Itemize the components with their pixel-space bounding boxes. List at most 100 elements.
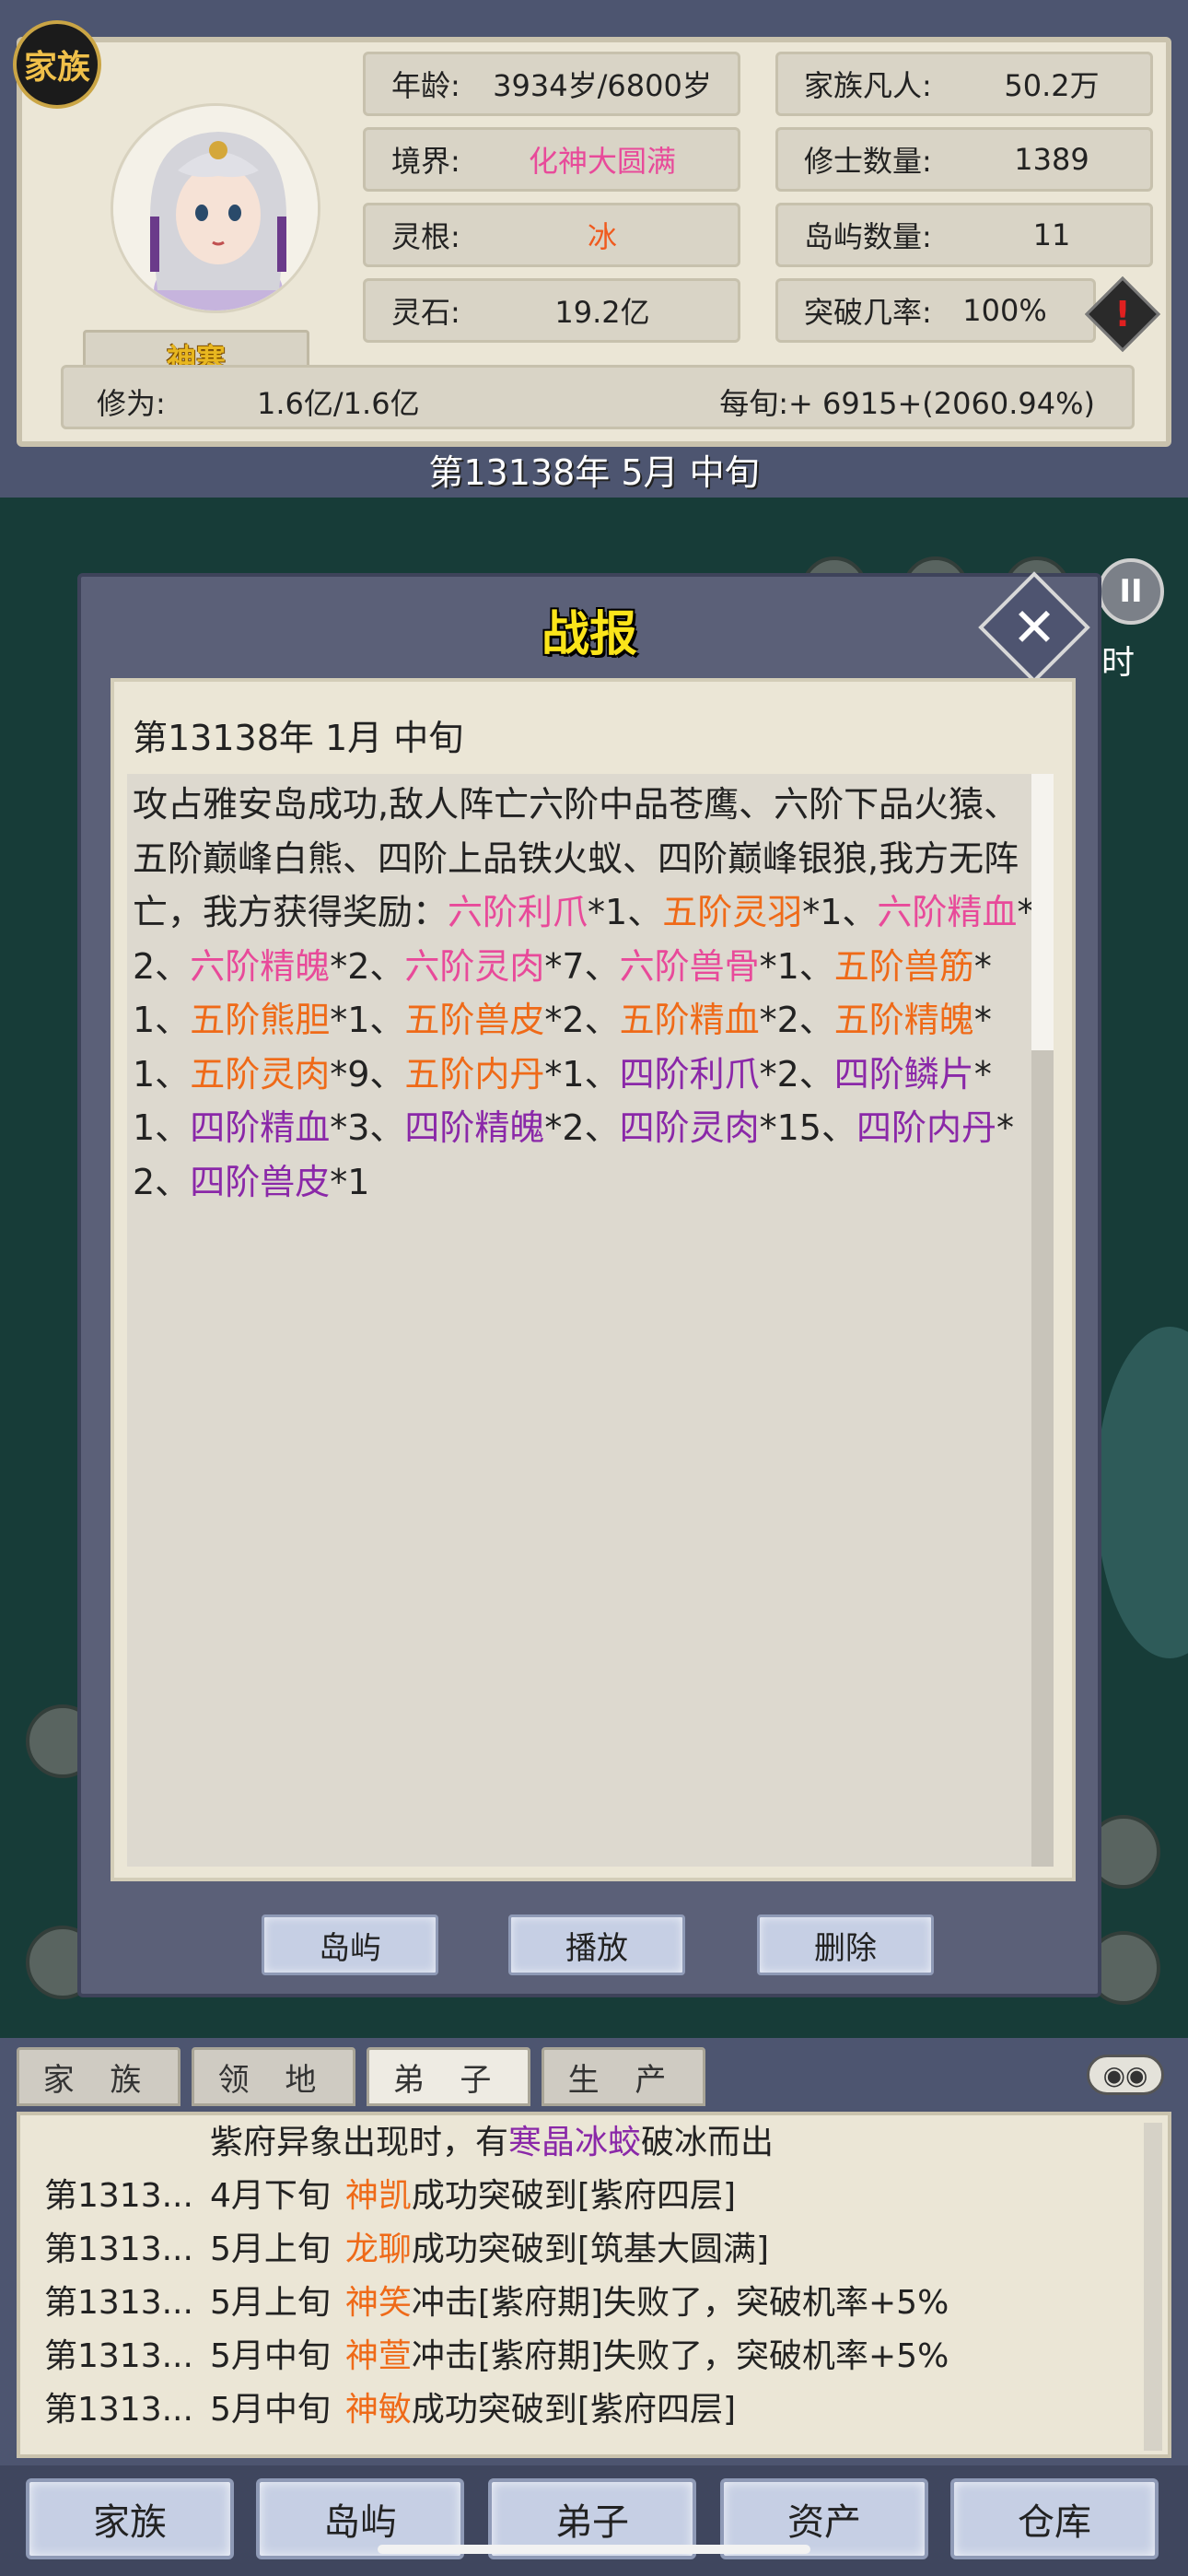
game-date: 第13138年 5月 中旬 bbox=[428, 452, 760, 493]
settings-toggle-icon[interactable]: ◉◉ bbox=[1087, 2055, 1164, 2095]
log-disciple-name[interactable]: 神凯 bbox=[345, 2177, 412, 2215]
log-text: 成功突破到[紫府四层] bbox=[411, 2177, 737, 2215]
cultivation-bar: 修为: 1.6亿/1.6亿 每旬:+ 6915+(2060.94%) bbox=[61, 365, 1135, 429]
log-entry: 紫府异象出现时，有寒晶冰蛟破冰而出 bbox=[210, 2117, 774, 2169]
spirit-stones-stat: 灵石: 19.2亿 bbox=[363, 278, 740, 343]
spirit-stones-value: 19.2亿 bbox=[554, 295, 650, 330]
log-entry: 第1313... 5月中旬 神敏成功突破到[紫府四层] bbox=[44, 2384, 736, 2436]
log-entry: 第1313... 5月上旬 神笑冲击[紫府期]失败了，突破机率+5% bbox=[44, 2277, 949, 2329]
log-date: 第1313... bbox=[44, 2337, 193, 2375]
breakthrough-value: 100% bbox=[962, 293, 1047, 328]
reward-item: 四阶兽皮 bbox=[190, 1161, 331, 1202]
reward-item: 四阶精血 bbox=[190, 1107, 331, 1148]
play-button[interactable]: 播放 bbox=[508, 1914, 685, 1975]
report-date: 第13138年 1月 中旬 bbox=[133, 718, 464, 758]
report-text-segment: *2、 bbox=[759, 1000, 834, 1040]
cultivators-value: 1389 bbox=[1014, 142, 1089, 177]
report-scrollbar[interactable] bbox=[1031, 774, 1054, 1867]
log-period: 5月中旬 bbox=[210, 2337, 331, 2375]
age-stat: 年龄: 3934岁/6800岁 bbox=[363, 52, 740, 116]
reward-item: 五阶精魄 bbox=[833, 1000, 974, 1040]
bottom-nav: 家族 岛屿 弟子 资产 仓库 bbox=[0, 2465, 1188, 2576]
realm-stat: 境界: 化神大圆满 bbox=[363, 127, 740, 192]
log-beast-name: 寒晶冰蛟 bbox=[508, 2124, 642, 2161]
cultivation-value: 1.6亿/1.6亿 bbox=[257, 386, 420, 421]
log-text: 成功突破到[筑基大圆满] bbox=[411, 2231, 770, 2268]
reward-item: 五阶兽皮 bbox=[404, 1000, 545, 1040]
dialog-title: 战报 bbox=[541, 607, 637, 662]
log-period: 4月下旬 bbox=[210, 2177, 331, 2215]
report-text-segment: *2、 bbox=[330, 945, 405, 987]
reward-item: 五阶兽筋 bbox=[833, 945, 974, 987]
log-date: 第1313... bbox=[44, 2177, 193, 2215]
reward-item: 四阶鳞片 bbox=[833, 1053, 974, 1095]
log-scrollbar[interactable] bbox=[1144, 2123, 1162, 2451]
reward-item: 五阶灵肉 bbox=[190, 1053, 331, 1095]
log-text: 紫府异象出现时，有 bbox=[210, 2124, 509, 2161]
log-period: 5月中旬 bbox=[210, 2391, 331, 2429]
delete-button[interactable]: 删除 bbox=[757, 1914, 934, 1975]
log-text: 破冰而出 bbox=[641, 2124, 775, 2161]
log-period: 5月上旬 bbox=[210, 2284, 331, 2322]
cultivators-stat: 修士数量: 1389 bbox=[775, 127, 1153, 192]
log-date: 第1313... bbox=[44, 2284, 193, 2322]
report-body: 第13138年 1月 中旬 攻占雅安岛成功,敌人阵亡六阶中品苍鹰、六阶下品火猿、… bbox=[111, 678, 1076, 1881]
report-text-segment: *1、 bbox=[544, 1053, 620, 1095]
islands-stat: 岛屿数量: 11 bbox=[775, 203, 1153, 267]
report-text-segment: *2、 bbox=[544, 1000, 620, 1040]
reward-item: 四阶内丹 bbox=[856, 1107, 996, 1148]
log-period: 5月上旬 bbox=[210, 2231, 331, 2268]
close-icon[interactable]: ✕ bbox=[978, 571, 1090, 684]
realm-value: 化神大圆满 bbox=[528, 144, 676, 179]
log-text: 成功突破到[紫府四层] bbox=[411, 2391, 737, 2429]
nav-warehouse-button[interactable]: 仓库 bbox=[950, 2478, 1159, 2559]
log-list[interactable]: 紫府异象出现时，有寒晶冰蛟破冰而出 第1313... 4月下旬 神凯成功突破到[紫府… bbox=[17, 2112, 1171, 2458]
cultivation-label: 修为: bbox=[97, 386, 166, 421]
clan-badge[interactable]: 家族 bbox=[13, 20, 101, 109]
cultivation-rate: 每旬:+ 6915+(2060.94%) bbox=[719, 386, 1095, 421]
clan-mortals-stat: 家族凡人: 50.2万 bbox=[775, 52, 1153, 116]
report-text-segment: *2、 bbox=[759, 1053, 834, 1095]
reward-item: 四阶利爪 bbox=[619, 1053, 760, 1095]
log-disciple-name[interactable]: 神敏 bbox=[345, 2391, 412, 2429]
report-text-segment: *15、 bbox=[759, 1107, 856, 1148]
spirit-root-stat: 灵根: 冰 bbox=[363, 203, 740, 267]
report-text-segment: *1、 bbox=[802, 892, 878, 932]
reward-item: 四阶灵肉 bbox=[619, 1107, 760, 1148]
reward-item: 五阶灵羽 bbox=[662, 892, 803, 932]
report-text-segment: *1 bbox=[330, 1161, 370, 1202]
tab-disciples[interactable]: 弟 子 bbox=[367, 2047, 530, 2106]
reward-item: 五阶精血 bbox=[619, 1000, 760, 1040]
log-disciple-name[interactable]: 龙聊 bbox=[345, 2231, 412, 2268]
nav-clan-button[interactable]: 家族 bbox=[26, 2478, 234, 2559]
tab-territory[interactable]: 领 地 bbox=[192, 2047, 355, 2106]
status-header: 神寒 年龄: 3934岁/6800岁 境界: 化神大圆满 灵根: 冰 灵石: 1… bbox=[0, 0, 1188, 498]
report-text-segment: *1、 bbox=[588, 892, 663, 932]
log-text: 冲击[紫府期]失败了，突破机率+5% bbox=[411, 2337, 949, 2375]
clan-mortals-value: 50.2万 bbox=[1004, 68, 1100, 103]
tab-production[interactable]: 生 产 bbox=[542, 2047, 705, 2106]
island-button[interactable]: 岛屿 bbox=[262, 1914, 438, 1975]
battle-report-dialog: 战报 ✕ 第13138年 1月 中旬 攻占雅安岛成功,敌人阵亡六阶中品苍鹰、六阶… bbox=[77, 571, 1101, 1997]
tab-clan[interactable]: 家 族 bbox=[17, 2047, 181, 2106]
reward-item: 六阶灵肉 bbox=[404, 945, 545, 987]
log-disciple-name[interactable]: 神萱 bbox=[345, 2337, 412, 2375]
log-disciple-name[interactable]: 神笑 bbox=[345, 2284, 412, 2322]
log-date: 第1313... bbox=[44, 2231, 193, 2268]
log-entry: 第1313... 5月上旬 龙聊成功突破到[筑基大圆满] bbox=[44, 2224, 769, 2276]
breakthrough-stat: 突破几率: 100% bbox=[775, 278, 1096, 343]
report-text-segment: *1、 bbox=[330, 1000, 405, 1040]
reward-item: 六阶精魄 bbox=[190, 945, 331, 987]
islands-value: 11 bbox=[1032, 217, 1071, 252]
pause-icon[interactable]: II bbox=[1098, 558, 1164, 625]
report-text-segment: *3、 bbox=[330, 1107, 405, 1148]
reward-item: 六阶兽骨 bbox=[619, 945, 760, 987]
reward-item: 五阶内丹 bbox=[404, 1053, 545, 1095]
report-text-segment: *1、 bbox=[759, 945, 834, 987]
player-avatar[interactable] bbox=[111, 103, 320, 313]
age-value: 3934岁/6800岁 bbox=[493, 68, 712, 103]
report-scroll-area[interactable]: 攻占雅安岛成功,敌人阵亡六阶中品苍鹰、六阶下品火猿、五阶巅峰白熊、四阶上品铁火蚁… bbox=[127, 774, 1054, 1867]
report-text-segment: *2、 bbox=[544, 1107, 620, 1148]
home-indicator[interactable] bbox=[378, 2545, 810, 2554]
reward-item: 六阶利爪 bbox=[448, 892, 588, 932]
